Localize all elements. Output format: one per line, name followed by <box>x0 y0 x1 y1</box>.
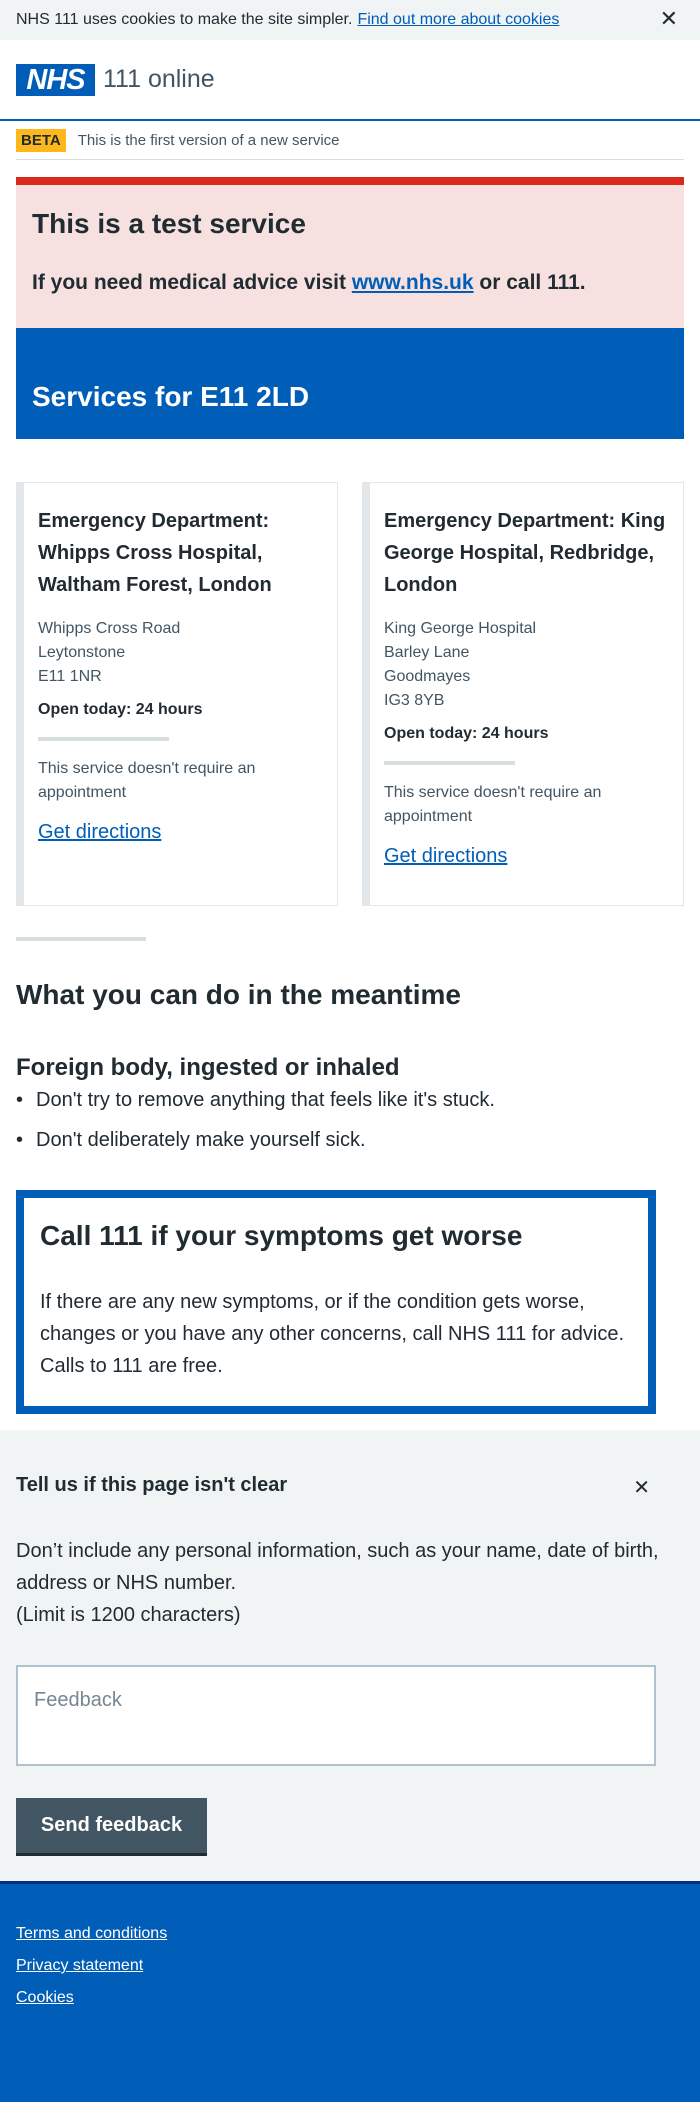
advice-list: Don't try to remove anything that feels … <box>16 1085 676 1165</box>
test-service-title: This is a test service <box>32 208 306 239</box>
call-111-box: Call 111 if your symptoms get worse If t… <box>16 1190 656 1414</box>
service-name: 111 online <box>103 65 215 93</box>
address-line: Leytonstone <box>38 644 126 661</box>
list-item: Don't try to remove anything that feels … <box>16 1085 676 1115</box>
cookie-banner-text: NHS 111 uses cookies to make the site si… <box>16 11 353 28</box>
cookie-banner: NHS 111 uses cookies to make the site si… <box>0 0 700 40</box>
beta-banner: BETA This is the first version of a new … <box>16 121 684 160</box>
service-cards: Emergency Department: Whipps Cross Hospi… <box>16 482 684 906</box>
get-directions-link[interactable]: Get directions <box>384 845 507 868</box>
test-text-after: or call 111. <box>479 271 586 294</box>
address-line: King George Hospital <box>384 620 537 637</box>
list-item: Don't deliberately make yourself sick. <box>16 1125 676 1155</box>
feedback-instructions: Don’t include any personal information, … <box>16 1535 676 1631</box>
divider <box>384 761 515 765</box>
get-directions-link[interactable]: Get directions <box>38 821 161 844</box>
service-address: King George Hospital Barley Lane Goodmay… <box>384 617 669 713</box>
test-text-before: If you need medical advice visit <box>32 271 346 294</box>
service-address: Whipps Cross Road Leytonstone E11 1NR <box>38 617 323 689</box>
service-title: Emergency Department: Whipps Cross Hospi… <box>38 510 272 596</box>
test-service-notice: This is a test service If you need medic… <box>16 177 684 328</box>
cookies-link[interactable]: Cookies <box>16 1982 684 2014</box>
call-111-text: If there are any new symptoms, or if the… <box>40 1291 625 1377</box>
close-icon[interactable]: ✕ <box>660 8 678 30</box>
address-line: E11 1NR <box>38 668 102 685</box>
site-header: NHS 111 online <box>0 40 700 121</box>
beta-text: This is the first version of a new servi… <box>77 131 340 149</box>
cookie-info-link[interactable]: Find out more about cookies <box>357 11 559 29</box>
section-divider <box>16 937 146 941</box>
divider <box>38 737 169 741</box>
service-card: Emergency Department: King George Hospit… <box>362 482 684 906</box>
address-line: IG3 8YB <box>384 692 445 709</box>
feedback-section: Tell us if this page isn't clear ✕ Don’t… <box>0 1430 700 1881</box>
call-111-title: Call 111 if your symptoms get worse <box>40 1220 523 1251</box>
test-service-text: If you need medical advice visit www.nhs… <box>32 271 668 295</box>
services-heading: Services for E11 2LD <box>16 328 684 439</box>
appointment-note: This service doesn't require an appointm… <box>384 784 602 825</box>
feedback-privacy-note: Don’t include any personal information, … <box>16 1540 659 1594</box>
nhs-website-link[interactable]: www.nhs.uk <box>352 271 474 294</box>
condition-heading: Foreign body, ingested or inhaled <box>16 1054 400 1081</box>
opening-hours: Open today: 24 hours <box>384 725 549 742</box>
close-icon[interactable]: ✕ <box>633 1475 650 1500</box>
address-line: Whipps Cross Road <box>38 620 181 637</box>
address-line: Goodmayes <box>384 668 471 685</box>
privacy-link[interactable]: Privacy statement <box>16 1950 684 1982</box>
service-title: Emergency Department: King George Hospit… <box>384 510 666 596</box>
nhs-logo[interactable]: NHS <box>16 63 95 96</box>
service-card: Emergency Department: Whipps Cross Hospi… <box>16 482 338 906</box>
terms-link[interactable]: Terms and conditions <box>16 1918 684 1950</box>
beta-tag: BETA <box>16 128 66 152</box>
opening-hours: Open today: 24 hours <box>38 701 203 718</box>
feedback-limit: (Limit is 1200 characters) <box>16 1604 241 1626</box>
appointment-note: This service doesn't require an appointm… <box>38 760 256 801</box>
feedback-input[interactable] <box>16 1665 656 1766</box>
site-footer: Terms and conditions Privacy statement C… <box>0 1881 700 2102</box>
meantime-heading: What you can do in the meantime <box>16 979 461 1010</box>
send-feedback-button[interactable]: Send feedback <box>16 1798 207 1856</box>
address-line: Barley Lane <box>384 644 470 661</box>
feedback-title: Tell us if this page isn't clear <box>16 1474 288 1496</box>
